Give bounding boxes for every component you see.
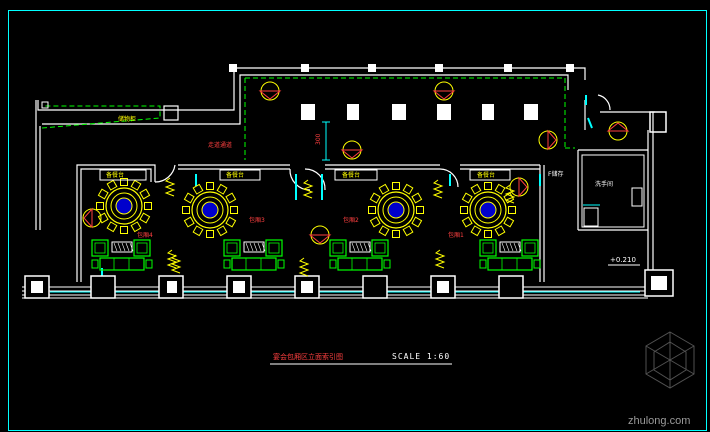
- plant-icon: [302, 179, 314, 199]
- elevation-mark: +0.210: [610, 256, 636, 264]
- section-mark-icon: [340, 140, 364, 160]
- sofa-set: [329, 239, 391, 271]
- scale-label: SCALE 1:60: [392, 352, 450, 361]
- room-label-4: 包厢4: [137, 231, 153, 239]
- cad-drawing-canvas: 300 备餐台 备餐台 备餐台 备餐台 走道通道 包厢4 包厢3 包厢2 包厢1…: [0, 0, 710, 432]
- storage-label: F储存: [548, 170, 563, 178]
- room-walls: [76, 94, 648, 282]
- room-label-3: 包厢3: [249, 216, 265, 224]
- service-counter-label-2: 备餐台: [342, 171, 360, 179]
- watermark-logo-icon: [645, 331, 695, 389]
- dimension-line: [322, 121, 330, 161]
- sofa-set: [479, 239, 541, 271]
- section-mark-icon: [606, 121, 630, 141]
- small-label: 储物柜: [118, 115, 136, 123]
- column-cores: [31, 276, 667, 293]
- round-tables: [96, 178, 516, 238]
- section-mark-icon: [432, 81, 456, 101]
- plant-icon: [298, 257, 310, 277]
- plant-icon: [432, 179, 444, 199]
- round-table: [460, 182, 516, 238]
- round-table: [182, 182, 238, 238]
- service-counter-label-3: 备餐台: [226, 171, 244, 179]
- drawing-title: 宴会包厢区立面索引图: [273, 352, 343, 361]
- sofa-set: [91, 239, 153, 271]
- round-table: [96, 178, 152, 234]
- round-table: [368, 182, 424, 238]
- room-label-1: 包厢1: [448, 231, 464, 239]
- service-counter-label-4: 备餐台: [106, 171, 124, 179]
- sofa-sets: [91, 239, 541, 271]
- dimension-text: 300: [315, 133, 322, 145]
- plants: [164, 177, 516, 277]
- toilet-room: [581, 154, 645, 228]
- corridor-label: 走道通道: [208, 141, 232, 149]
- section-mark-icon: [82, 207, 102, 229]
- watermark-text: zhulong.com: [628, 415, 690, 427]
- service-counter-label-1: 备餐台: [477, 171, 495, 179]
- section-mark-icon: [509, 176, 529, 198]
- section-mark-icon: [538, 129, 558, 151]
- room-label-2: 包厢2: [343, 216, 359, 224]
- plant-icon: [170, 254, 182, 274]
- toilet-label: 洗手间: [595, 180, 613, 188]
- exterior-columns: [24, 269, 674, 299]
- plant-icon: [434, 249, 446, 269]
- plant-icon: [164, 177, 176, 197]
- section-mark-icon: [258, 81, 282, 101]
- floor-plan-drawing: 300 备餐台 备餐台 备餐台 备餐台 走道通道 包厢4 包厢3 包厢2 包厢1…: [8, 10, 707, 431]
- section-mark-icon: [308, 225, 332, 245]
- sofa-set: [223, 239, 285, 271]
